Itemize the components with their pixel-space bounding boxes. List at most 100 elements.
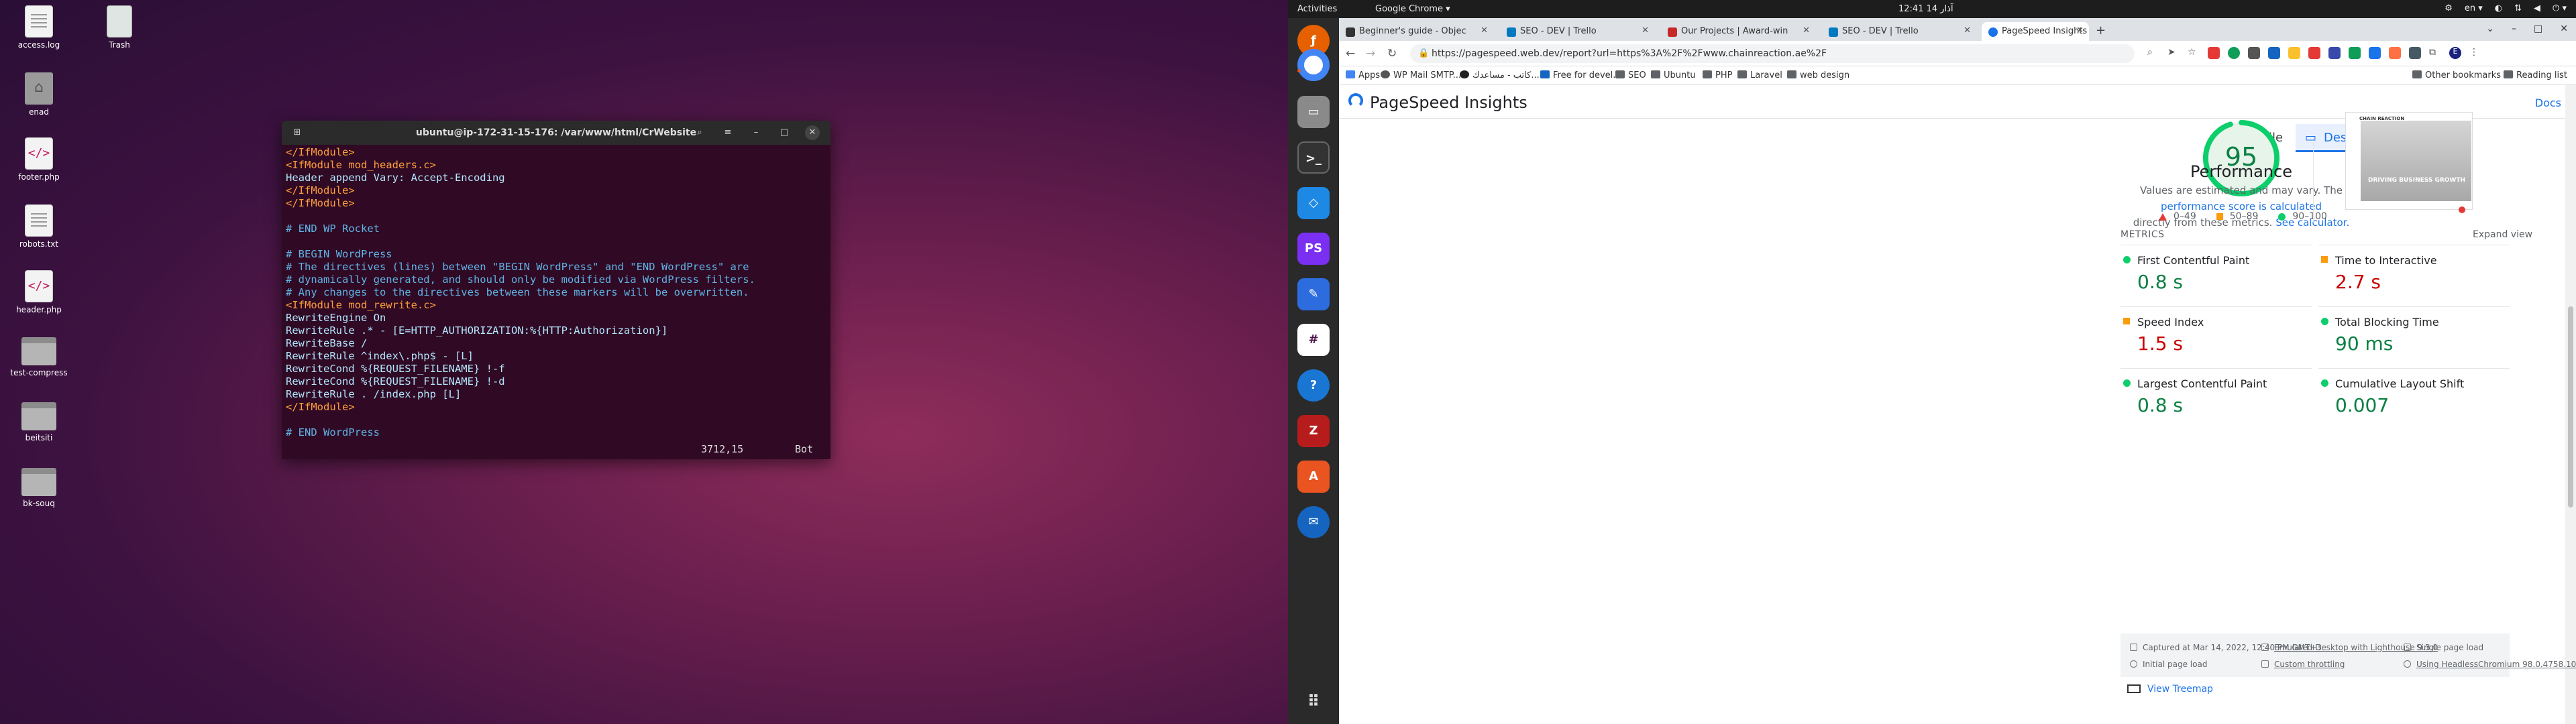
custom-throttling[interactable]: Custom throttling — [2261, 660, 2345, 669]
volume-icon[interactable]: ◀ — [2534, 3, 2540, 13]
keyboard-layout[interactable]: en ▾ — [2465, 3, 2483, 13]
search-icon[interactable]: ⌕ — [692, 125, 707, 140]
software-icon[interactable]: A — [1297, 461, 1330, 493]
address-bar[interactable]: 🔒 https://pagespeed.web.dev/report?url=h… — [1410, 44, 2135, 63]
desktop-folder-test-compress[interactable]: test-compress — [9, 337, 69, 377]
bookmark-free-for-devel[interactable]: Free for devel... — [1540, 70, 1621, 80]
chrome-menu-icon[interactable]: ⋮ — [2469, 47, 2481, 59]
extension-icon[interactable] — [2328, 47, 2341, 59]
help-icon[interactable]: ? — [1297, 369, 1330, 402]
page-screenshot-thumbnail[interactable]: CHAIN REACTION DRIVING BUSINESS GROWTH — [2345, 112, 2473, 213]
psi-logo-icon[interactable] — [1348, 93, 1363, 108]
extensions-puzzle-icon[interactable]: ⧉ — [2429, 47, 2441, 59]
reading-list[interactable]: Reading list — [2504, 70, 2567, 80]
desktop-file-header-php[interactable]: </> header.php — [9, 270, 69, 314]
power-menu-icon[interactable]: ⏻ ▾ — [2553, 3, 2567, 13]
extension-icon[interactable] — [2208, 47, 2220, 59]
tab-pagespeed-insights[interactable]: PageSpeed Insights ✕ — [1982, 22, 2089, 41]
vscode-icon[interactable]: ◇ — [1297, 187, 1330, 219]
app-menu[interactable]: Google Chrome ▾ — [1375, 4, 1450, 14]
extension-icon[interactable] — [2248, 47, 2260, 59]
slack-icon[interactable]: # — [1297, 324, 1330, 356]
forward-icon[interactable]: → — [1366, 47, 1375, 60]
extension-icon[interactable] — [2228, 47, 2240, 59]
activities-button[interactable]: Activities — [1297, 4, 1337, 14]
bookmark-folder-web-design[interactable]: web design — [1787, 70, 1849, 80]
system-tray[interactable]: ⚙ en ▾ ◐ ⇅ ◀ ⏻ ▾ — [2445, 3, 2567, 13]
desktop-trash[interactable]: Trash — [89, 5, 150, 50]
new-tab-button[interactable]: + — [2096, 23, 2106, 38]
bookmark-folder-seo[interactable]: SEO — [1615, 70, 1646, 80]
tab-our-projects[interactable]: Our Projects | Award-win ✕ — [1661, 22, 1815, 41]
good-circle-icon — [2123, 256, 2131, 263]
filezilla-icon[interactable]: Z — [1297, 415, 1330, 447]
tab-seo-dev-trello-2[interactable]: SEO - DEV | Trello ✕ — [1822, 22, 1976, 41]
bookmark-wp-mail[interactable]: WP Mail SMTP... — [1381, 70, 1461, 80]
back-icon[interactable]: ← — [1346, 47, 1355, 60]
desktop-file-access-log[interactable]: access.log — [9, 5, 69, 50]
close-icon[interactable]: ✕ — [2560, 23, 2568, 34]
tab-beginners-guide[interactable]: Beginner's guide - Objec ✕ — [1339, 22, 1493, 41]
settings-icon[interactable]: ⚙ — [2445, 3, 2453, 13]
extension-icon[interactable] — [2389, 47, 2401, 59]
maximize-icon[interactable]: □ — [2534, 23, 2542, 34]
chromium-version[interactable]: Using HeadlessChromium 98.0.4758.102 wit… — [2404, 660, 2576, 669]
terminal-window[interactable]: ⊞ ubuntu@ip-172-31-15-176: /var/www/html… — [282, 121, 830, 459]
accessibility-icon[interactable]: ◐ — [2495, 3, 2502, 13]
bookmark-apps[interactable]: Apps — [1346, 70, 1380, 80]
maximize-icon[interactable]: □ — [777, 125, 792, 140]
profile-avatar[interactable]: E — [2449, 47, 2461, 59]
desktop-home-enad[interactable]: ⌂ enad — [9, 72, 69, 117]
network-icon[interactable]: ⇅ — [2514, 3, 2522, 13]
text-editor-icon[interactable]: ✎ — [1297, 278, 1330, 310]
close-tab-icon[interactable]: ✕ — [1803, 25, 1810, 36]
close-tab-icon[interactable]: ✕ — [1481, 25, 1488, 36]
reload-icon[interactable]: ↻ — [1387, 47, 1397, 60]
scrollbar-thumb[interactable] — [2568, 306, 2573, 507]
page-title[interactable]: PageSpeed Insights — [1370, 93, 1527, 112]
hamburger-menu-icon[interactable]: ≡ — [720, 125, 735, 140]
clock[interactable]: آذار 14 12:41 — [1898, 4, 1953, 14]
tab-search-icon[interactable]: ⌄ — [2486, 23, 2494, 34]
tab-seo-dev-trello-1[interactable]: SEO - DEV | Trello ✕ — [1500, 22, 1654, 41]
bookmark-folder-ubuntu[interactable]: Ubuntu — [1651, 70, 1696, 80]
close-icon[interactable]: ✕ — [805, 125, 820, 140]
page-scrollbar[interactable] — [2565, 85, 2576, 724]
share-icon[interactable]: ➤ — [2167, 47, 2180, 59]
minimize-icon[interactable]: – — [749, 125, 763, 140]
minimize-icon[interactable]: – — [2512, 23, 2516, 34]
thunderbird-icon[interactable]: ✉ — [1297, 506, 1330, 538]
files-icon[interactable]: ▭ — [1297, 96, 1330, 128]
extension-icon[interactable] — [2268, 47, 2280, 59]
close-tab-icon[interactable]: ✕ — [2076, 25, 2084, 36]
desktop-file-footer-php[interactable]: </> footer.php — [9, 137, 69, 182]
view-treemap-button[interactable]: View Treemap — [2127, 684, 2213, 695]
extension-icon[interactable] — [2369, 47, 2381, 59]
zoom-icon[interactable]: ⌕ — [2147, 47, 2159, 59]
other-bookmarks[interactable]: Other bookmarks — [2412, 70, 2501, 80]
bookmark-star-icon[interactable]: ☆ — [2188, 47, 2200, 59]
bookmark-folder-php[interactable]: PHP — [1703, 70, 1732, 80]
desktop-file-robots-txt[interactable]: robots.txt — [9, 204, 69, 249]
extension-icon[interactable] — [2288, 47, 2300, 59]
terminal-titlebar[interactable]: ⊞ ubuntu@ip-172-31-15-176: /var/www/html… — [282, 121, 830, 145]
close-tab-icon[interactable]: ✕ — [1964, 25, 1971, 36]
desktop-folder-beitsiti[interactable]: beitsiti — [9, 402, 69, 442]
close-tab-icon[interactable]: ✕ — [1642, 25, 1649, 36]
lock-icon[interactable]: 🔒 — [1418, 48, 1429, 58]
expand-view-toggle[interactable]: Expand view — [2473, 229, 2532, 240]
laptop-icon: ▭ — [2305, 131, 2317, 145]
desktop-folder-bk-souq[interactable]: bk-souq — [9, 468, 69, 508]
bookmark-folder-laravel[interactable]: Laravel — [1737, 70, 1782, 80]
phpstorm-icon[interactable]: PS — [1297, 233, 1330, 265]
extension-icon[interactable] — [2409, 47, 2421, 59]
show-apps-icon[interactable]: ⠿ — [1297, 685, 1330, 717]
terminal-content[interactable]: </IfModule> <IfModule mod_headers.c> Heade… — [282, 145, 830, 440]
docs-link[interactable]: Docs — [2535, 97, 2561, 109]
extension-icon[interactable] — [2308, 47, 2320, 59]
bookmark-katib[interactable]: كاتب - مساعدك... — [1460, 70, 1540, 80]
url-text[interactable]: https://pagespeed.web.dev/report?url=htt… — [1432, 48, 1827, 59]
terminal-icon[interactable]: >_ — [1297, 141, 1330, 174]
extension-icon[interactable] — [2349, 47, 2361, 59]
chrome-icon[interactable] — [1297, 49, 1330, 81]
